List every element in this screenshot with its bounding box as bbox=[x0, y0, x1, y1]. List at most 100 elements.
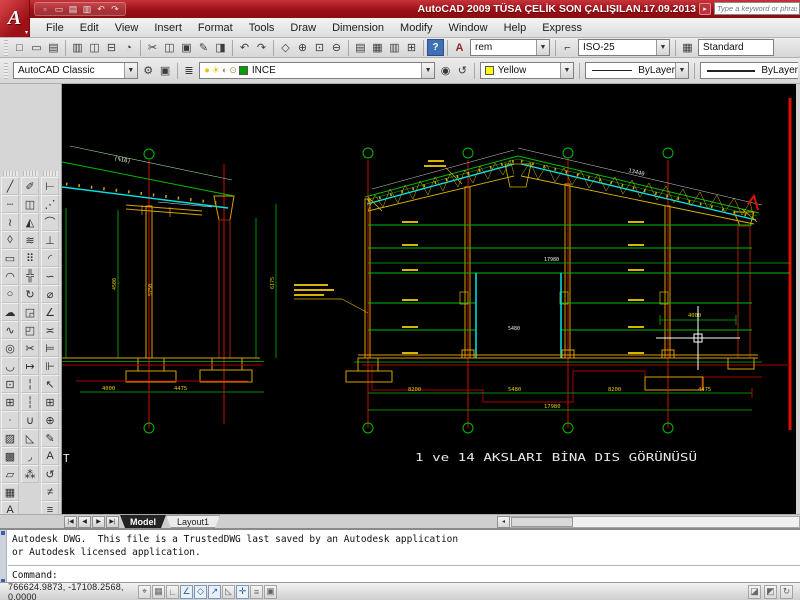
annotation-scale-icon[interactable]: ↻ bbox=[780, 585, 793, 599]
status-osnap-toggle[interactable]: ◇ bbox=[194, 585, 207, 599]
chevron-down-icon[interactable]: ▼ bbox=[675, 63, 688, 78]
scrollbar-track[interactable] bbox=[510, 516, 800, 528]
dimension-text-edit-icon[interactable]: A bbox=[41, 447, 59, 465]
status-dyn-toggle[interactable]: ✛ bbox=[236, 585, 249, 599]
plot-preview-icon[interactable]: ◫ bbox=[86, 39, 103, 56]
qat-new-icon[interactable]: ▫ bbox=[39, 3, 51, 15]
fillet-icon[interactable]: ◞ bbox=[21, 447, 39, 465]
layer-on-bulb-icon[interactable]: ● bbox=[204, 66, 209, 75]
status-grid-toggle[interactable]: ▦ bbox=[152, 585, 165, 599]
layer-plot-icon[interactable]: ⊙ bbox=[229, 66, 237, 75]
qat-undo-icon[interactable]: ↶ bbox=[95, 3, 107, 15]
drawing-area[interactable]: (%10) 4500 5750 6175 4000 4475 bbox=[62, 84, 796, 514]
join-icon[interactable]: ∪ bbox=[21, 411, 39, 429]
tab-nav-3[interactable]: ▶| bbox=[106, 516, 119, 528]
line-icon[interactable]: ╱ bbox=[1, 177, 19, 195]
status-snap-toggle[interactable]: ⌖ bbox=[138, 585, 151, 599]
layer-previous-icon[interactable]: ↺ bbox=[454, 62, 471, 79]
workspace-combo[interactable]: AutoCAD Classic ▼ bbox=[13, 62, 138, 79]
array-icon[interactable]: ⠿ bbox=[21, 249, 39, 267]
text-style-icon[interactable]: A bbox=[451, 39, 468, 56]
dimension-edit-icon[interactable]: ✎ bbox=[41, 429, 59, 447]
command-window[interactable]: Autodesk DWG. This file is a TrustedDWG … bbox=[0, 528, 800, 582]
chevron-down-icon[interactable]: ▼ bbox=[421, 63, 434, 78]
match-properties-icon[interactable]: ✎ bbox=[195, 39, 212, 56]
construction-line-icon[interactable]: ┄ bbox=[1, 195, 19, 213]
lineweight-combo[interactable]: ByLayer bbox=[700, 62, 798, 79]
continue-icon[interactable]: ⊩ bbox=[41, 357, 59, 375]
menu-modify[interactable]: Modify bbox=[392, 20, 440, 36]
tab-layout1[interactable]: Layout1 bbox=[166, 515, 220, 528]
break-icon[interactable]: ┆ bbox=[21, 393, 39, 411]
quick-leader-icon[interactable]: ↖ bbox=[41, 375, 59, 393]
move-icon[interactable]: ╬ bbox=[21, 267, 39, 285]
quick-dimension-icon[interactable]: ≍ bbox=[41, 321, 59, 339]
save-workspace-icon[interactable]: ▣ bbox=[157, 62, 174, 79]
angular-icon[interactable]: ∠ bbox=[41, 303, 59, 321]
arc-length-icon[interactable]: ⌒ bbox=[41, 213, 59, 231]
center-mark-icon[interactable]: ⊕ bbox=[41, 411, 59, 429]
status-model-toggle[interactable]: ▣ bbox=[264, 585, 277, 599]
designcenter-icon[interactable]: ▦ bbox=[369, 39, 386, 56]
trim-icon[interactable]: ✂ bbox=[21, 339, 39, 357]
text-style-combo[interactable]: rem ▼ bbox=[470, 39, 550, 56]
table-style-icon[interactable]: ▦ bbox=[679, 39, 696, 56]
layer-freeze-sun-icon[interactable]: ☀ bbox=[212, 66, 220, 75]
properties-icon[interactable]: ▤ bbox=[352, 39, 369, 56]
copy-icon[interactable]: ◫ bbox=[21, 195, 39, 213]
annotation-visibility-icon[interactable]: ◪ bbox=[748, 585, 761, 599]
annotation-autoscale-icon[interactable]: ◩ bbox=[764, 585, 777, 599]
web-icon[interactable]: ◔ bbox=[120, 39, 137, 56]
tool-palettes-icon[interactable]: ▥ bbox=[386, 39, 403, 56]
tab-nav-1[interactable]: ◀ bbox=[78, 516, 91, 528]
sheetset-manager-icon[interactable]: ⊞ bbox=[403, 39, 420, 56]
open-icon[interactable]: ▭ bbox=[28, 39, 45, 56]
copy-icon[interactable]: ◫ bbox=[161, 39, 178, 56]
tab-nav-2[interactable]: ▶ bbox=[92, 516, 105, 528]
status-lwt-toggle[interactable]: ≡ bbox=[250, 585, 263, 599]
help-icon[interactable]: ? bbox=[427, 39, 444, 56]
break-at-point-icon[interactable]: ¦ bbox=[21, 375, 39, 393]
tolerance-icon[interactable]: ⊞ bbox=[41, 393, 59, 411]
menu-edit[interactable]: Edit bbox=[72, 20, 107, 36]
layer-properties-icon[interactable]: ≣ bbox=[181, 62, 198, 79]
save-icon[interactable]: ▤ bbox=[45, 39, 62, 56]
scale-icon[interactable]: ◲ bbox=[21, 303, 39, 321]
explode-icon[interactable]: ⁂ bbox=[21, 465, 39, 483]
stretch-icon[interactable]: ◰ bbox=[21, 321, 39, 339]
polyline-icon[interactable]: ≀ bbox=[1, 213, 19, 231]
ellipse-icon[interactable]: ◎ bbox=[1, 339, 19, 357]
ellipse-arc-icon[interactable]: ◡ bbox=[1, 357, 19, 375]
circle-icon[interactable]: ○ bbox=[1, 285, 19, 303]
cut-icon[interactable]: ✂ bbox=[144, 39, 161, 56]
arc-icon[interactable]: ◠ bbox=[1, 267, 19, 285]
publish-icon[interactable]: ⊟ bbox=[103, 39, 120, 56]
polygon-icon[interactable]: ◊ bbox=[1, 231, 19, 249]
menu-view[interactable]: View bbox=[107, 20, 147, 36]
menu-window[interactable]: Window bbox=[440, 20, 495, 36]
infocenter-search-input[interactable] bbox=[714, 2, 800, 15]
chevron-down-icon[interactable]: ▼ bbox=[536, 40, 549, 55]
qat-save-icon[interactable]: ▤ bbox=[67, 3, 79, 15]
menu-draw[interactable]: Draw bbox=[282, 20, 324, 36]
table-icon[interactable]: ▦ bbox=[1, 483, 19, 501]
new-icon[interactable]: □ bbox=[11, 39, 28, 56]
table-style-combo[interactable]: Standard bbox=[698, 39, 774, 56]
hatch-icon[interactable]: ▨ bbox=[1, 429, 19, 447]
spline-icon[interactable]: ∿ bbox=[1, 321, 19, 339]
gradient-icon[interactable]: ▩ bbox=[1, 447, 19, 465]
status-polar-toggle[interactable]: ∠ bbox=[180, 585, 193, 599]
status-otrack-toggle[interactable]: ↗ bbox=[208, 585, 221, 599]
status-ortho-toggle[interactable]: ∟ bbox=[166, 585, 179, 599]
dimension-update-icon[interactable]: ↺ bbox=[41, 465, 59, 483]
dim-style-icon[interactable]: ⌐ bbox=[559, 39, 576, 56]
menu-help[interactable]: Help bbox=[496, 20, 535, 36]
baseline-icon[interactable]: ⊨ bbox=[41, 339, 59, 357]
scrollbar-thumb[interactable] bbox=[511, 517, 573, 527]
menu-express[interactable]: Express bbox=[534, 20, 590, 36]
insert-block-icon[interactable]: ⊡ bbox=[1, 375, 19, 393]
block-editor-icon[interactable]: ◨ bbox=[212, 39, 229, 56]
menu-insert[interactable]: Insert bbox=[146, 20, 190, 36]
command-window-grip[interactable] bbox=[0, 530, 7, 584]
revision-cloud-icon[interactable]: ☁ bbox=[1, 303, 19, 321]
